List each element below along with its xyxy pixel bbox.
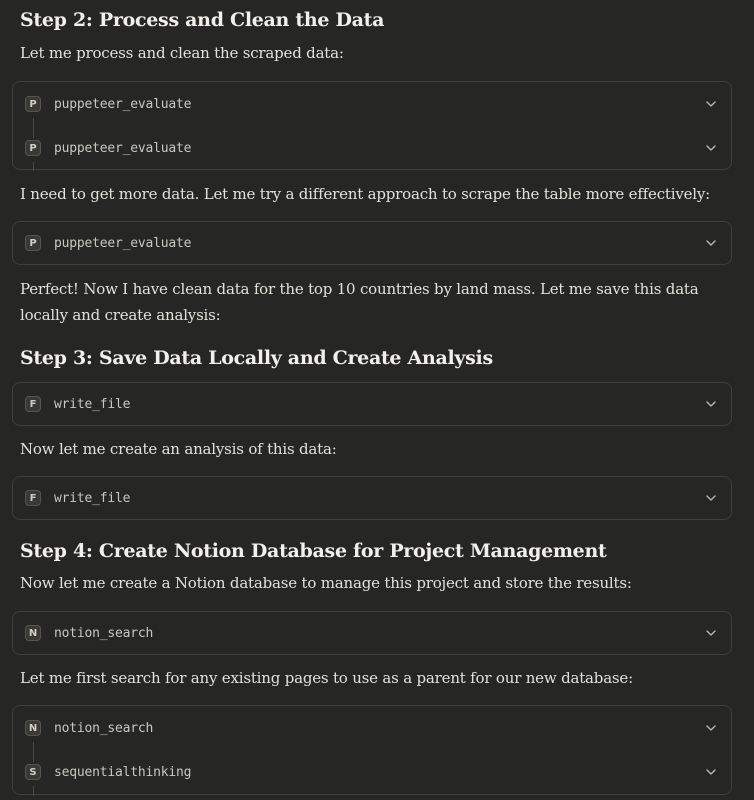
- tool-call-group: P puppeteer_evaluate: [12, 221, 732, 265]
- message-text: Perfect! Now I have clean data for the t…: [20, 280, 699, 324]
- tool-name: write_file: [54, 490, 131, 506]
- message-text: Now let me create a Notion database to m…: [20, 574, 632, 592]
- chevron-down-icon[interactable]: [705, 398, 717, 410]
- chevron-down-icon[interactable]: [705, 492, 717, 504]
- tool-call-group: F write_file: [12, 476, 732, 520]
- tool-name: puppeteer_evaluate: [54, 96, 192, 112]
- tool-name: notion_search: [54, 720, 154, 736]
- tool-call-puppeteer-evaluate[interactable]: P puppeteer_evaluate: [13, 82, 731, 126]
- chevron-down-icon[interactable]: [705, 237, 717, 249]
- tool-call-group: N notion_search S sequentialthinking: [12, 705, 732, 796]
- tool-name: puppeteer_evaluate: [54, 140, 192, 156]
- tool-badge: F: [25, 490, 41, 506]
- tool-call-group: F write_file: [12, 382, 732, 426]
- tool-name: write_file: [54, 396, 131, 412]
- section-heading-step-2: Step 2: Process and Clean the Data: [20, 9, 385, 31]
- tool-badge: P: [25, 235, 41, 251]
- tool-call-notion-search[interactable]: N notion_search: [13, 706, 731, 750]
- message-text: Let me first search for any existing pag…: [20, 669, 633, 687]
- chevron-down-icon[interactable]: [705, 722, 717, 734]
- tool-name: sequentialthinking: [54, 764, 192, 780]
- section-heading-step-4: Step 4: Create Notion Database for Proje…: [20, 540, 607, 562]
- tool-call-write-file[interactable]: F write_file: [13, 477, 731, 519]
- tool-call-group: N notion_search: [12, 611, 732, 655]
- tool-call-write-file[interactable]: F write_file: [13, 383, 731, 425]
- chevron-down-icon[interactable]: [705, 766, 717, 778]
- tool-badge: N: [25, 720, 41, 736]
- message-text: Let me process and clean the scraped dat…: [20, 44, 344, 62]
- tool-call-puppeteer-evaluate[interactable]: P puppeteer_evaluate: [13, 126, 731, 170]
- tool-name: puppeteer_evaluate: [54, 235, 192, 251]
- message-text: I need to get more data. Let me try a di…: [20, 185, 711, 203]
- tool-call-puppeteer-evaluate[interactable]: P puppeteer_evaluate: [13, 222, 731, 264]
- chat-content: Step 2: Process and Clean the Data Let m…: [0, 0, 754, 800]
- section-heading-step-3: Step 3: Save Data Locally and Create Ana…: [20, 347, 493, 369]
- tool-call-notion-search[interactable]: N notion_search: [13, 612, 731, 654]
- chevron-down-icon[interactable]: [705, 142, 717, 154]
- tool-badge: P: [25, 96, 41, 112]
- tool-call-group: P puppeteer_evaluate P puppeteer_evaluat…: [12, 81, 732, 171]
- chevron-down-icon[interactable]: [705, 98, 717, 110]
- tool-badge: F: [25, 396, 41, 412]
- tool-call-sequentialthinking[interactable]: S sequentialthinking: [13, 750, 731, 794]
- tool-name: notion_search: [54, 625, 154, 641]
- tool-badge: S: [25, 764, 41, 780]
- tool-badge: N: [25, 625, 41, 641]
- tool-badge: P: [25, 140, 41, 156]
- message-text: Now let me create an analysis of this da…: [20, 440, 337, 458]
- chevron-down-icon[interactable]: [705, 627, 717, 639]
